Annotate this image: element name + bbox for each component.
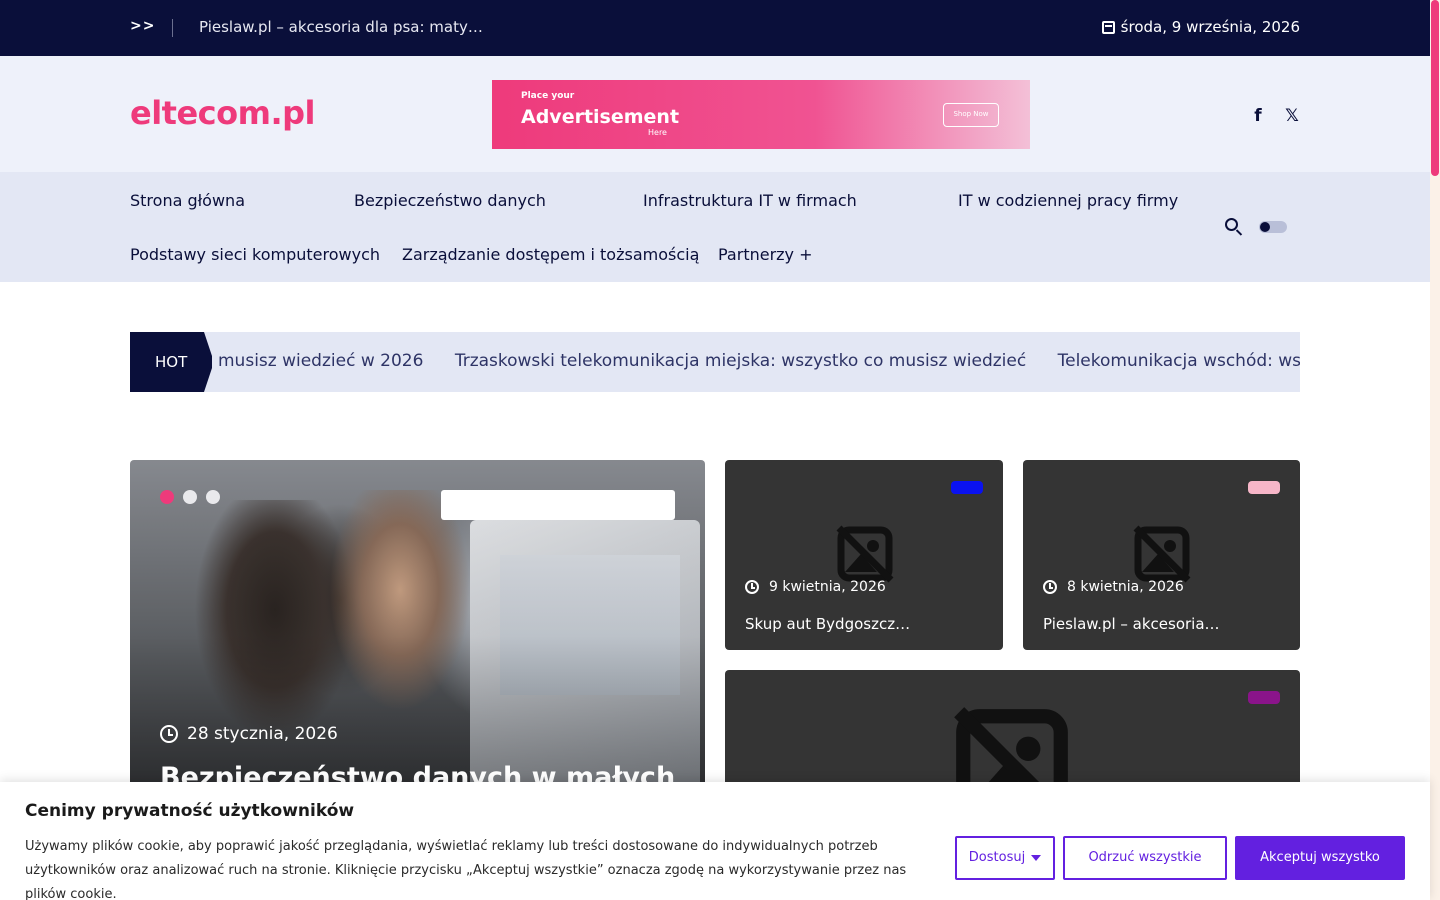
current-date-text: środa, 9 września, 2026 (1120, 18, 1300, 36)
slider-dot[interactable] (206, 490, 220, 504)
nav-item-it-infrastructure[interactable]: Infrastruktura IT w firmach (643, 191, 857, 210)
slider-dot[interactable] (160, 490, 174, 504)
divider (172, 19, 173, 37)
facebook-icon[interactable]: f (1250, 106, 1266, 126)
ad-here-text: Here (648, 128, 667, 137)
accept-all-button[interactable]: Akceptuj wszystko (1235, 836, 1405, 880)
site-logo[interactable]: eltecom.pl (130, 94, 316, 132)
advertisement-banner[interactable]: Place your Advertisement Here Shop Now (492, 80, 1030, 149)
x-icon[interactable]: 𝕏 (1284, 106, 1300, 126)
clock-icon (160, 725, 178, 743)
hot-label: HOT (130, 332, 212, 392)
hot-items: musisz wiedzieć w 2026 Trzaskowski telek… (218, 351, 1300, 371)
slider-dots (160, 490, 220, 504)
post-title[interactable]: Pieslaw.pl – akcesoria… (1043, 615, 1220, 633)
cookie-consent-banner: Cenimy prywatność użytkowników Używamy p… (0, 782, 1430, 900)
slider-dot[interactable] (183, 490, 197, 504)
post-card[interactable]: 8 kwietnia, 2026 Pieslaw.pl – akcesoria… (1023, 460, 1300, 650)
main-navigation: Strona główna Bezpieczeństwo danych Infr… (0, 172, 1430, 282)
social-links: f 𝕏 (1250, 106, 1300, 126)
nav-item-it-daily-work[interactable]: IT w codziennej pracy firmy (958, 191, 1178, 210)
hot-item[interactable]: musisz wiedzieć w 2026 (218, 351, 423, 371)
category-pill[interactable] (1248, 481, 1280, 494)
post-date: 28 stycznia, 2026 (160, 724, 338, 744)
cookie-text: Używamy plików cookie, aby poprawić jako… (25, 839, 907, 900)
ad-shop-button[interactable]: Shop Now (943, 103, 999, 127)
ad-small-text: Place your (521, 91, 575, 101)
post-date-text: 28 stycznia, 2026 (187, 724, 338, 744)
search-icon[interactable] (1225, 218, 1238, 231)
top-bar: >> Pieslaw.pl – akcesoria dla psa: maty…… (0, 0, 1430, 56)
customize-button[interactable]: Dostosuj (955, 836, 1055, 880)
scrollbar-thumb[interactable] (1431, 0, 1439, 176)
no-image-icon (1133, 525, 1191, 583)
no-image-icon (836, 525, 894, 583)
nav-item-access-management[interactable]: Zarządzanie dostępem i tożsamością (402, 245, 699, 264)
reject-all-button[interactable]: Odrzuć wszystkie (1063, 836, 1227, 880)
current-date: środa, 9 września, 2026 (1101, 18, 1300, 36)
dark-mode-toggle[interactable] (1259, 221, 1287, 233)
post-card[interactable]: 9 kwietnia, 2026 Skup aut Bydgoszcz… (725, 460, 1003, 650)
post-date-text: 9 kwietnia, 2026 (769, 579, 886, 595)
category-pill[interactable] (1248, 691, 1280, 704)
category-badge[interactable] (441, 490, 675, 520)
category-pill[interactable] (951, 481, 983, 494)
post-date: 8 kwietnia, 2026 (1043, 579, 1184, 595)
nav-item-partners[interactable]: Partnerzy + (718, 245, 813, 264)
post-title[interactable]: Skup aut Bydgoszcz… (745, 615, 910, 633)
customize-button-label: Dostosuj (968, 850, 1026, 865)
nav-item-data-security[interactable]: Bezpieczeństwo danych (354, 191, 546, 210)
calendar-icon (1101, 20, 1115, 34)
ad-headline: Advertisement (521, 106, 680, 128)
post-date-text: 8 kwietnia, 2026 (1067, 579, 1184, 595)
nav-item-home[interactable]: Strona główna (130, 191, 245, 210)
hot-news-ticker: HOT musisz wiedzieć w 2026 Trzaskowski t… (130, 332, 1300, 392)
caret-down-icon (1031, 854, 1042, 861)
post-date: 9 kwietnia, 2026 (745, 579, 886, 595)
top-ticker-link[interactable]: Pieslaw.pl – akcesoria dla psa: maty… (199, 18, 483, 36)
clock-icon (1043, 580, 1057, 594)
nav-item-network-basics[interactable]: Podstawy sieci komputerowych (130, 245, 380, 264)
hot-item[interactable]: Trzaskowski telekomunikacja miejska: wsz… (455, 351, 1026, 371)
clock-icon (745, 580, 759, 594)
cookie-title: Cenimy prywatność użytkowników (25, 801, 355, 821)
ticker-chevrons: >> (130, 18, 156, 34)
hot-item[interactable]: Telekomunikacja wschód: wszyst (1058, 351, 1300, 371)
site-header: eltecom.pl Place your Advertisement Here… (0, 56, 1430, 172)
